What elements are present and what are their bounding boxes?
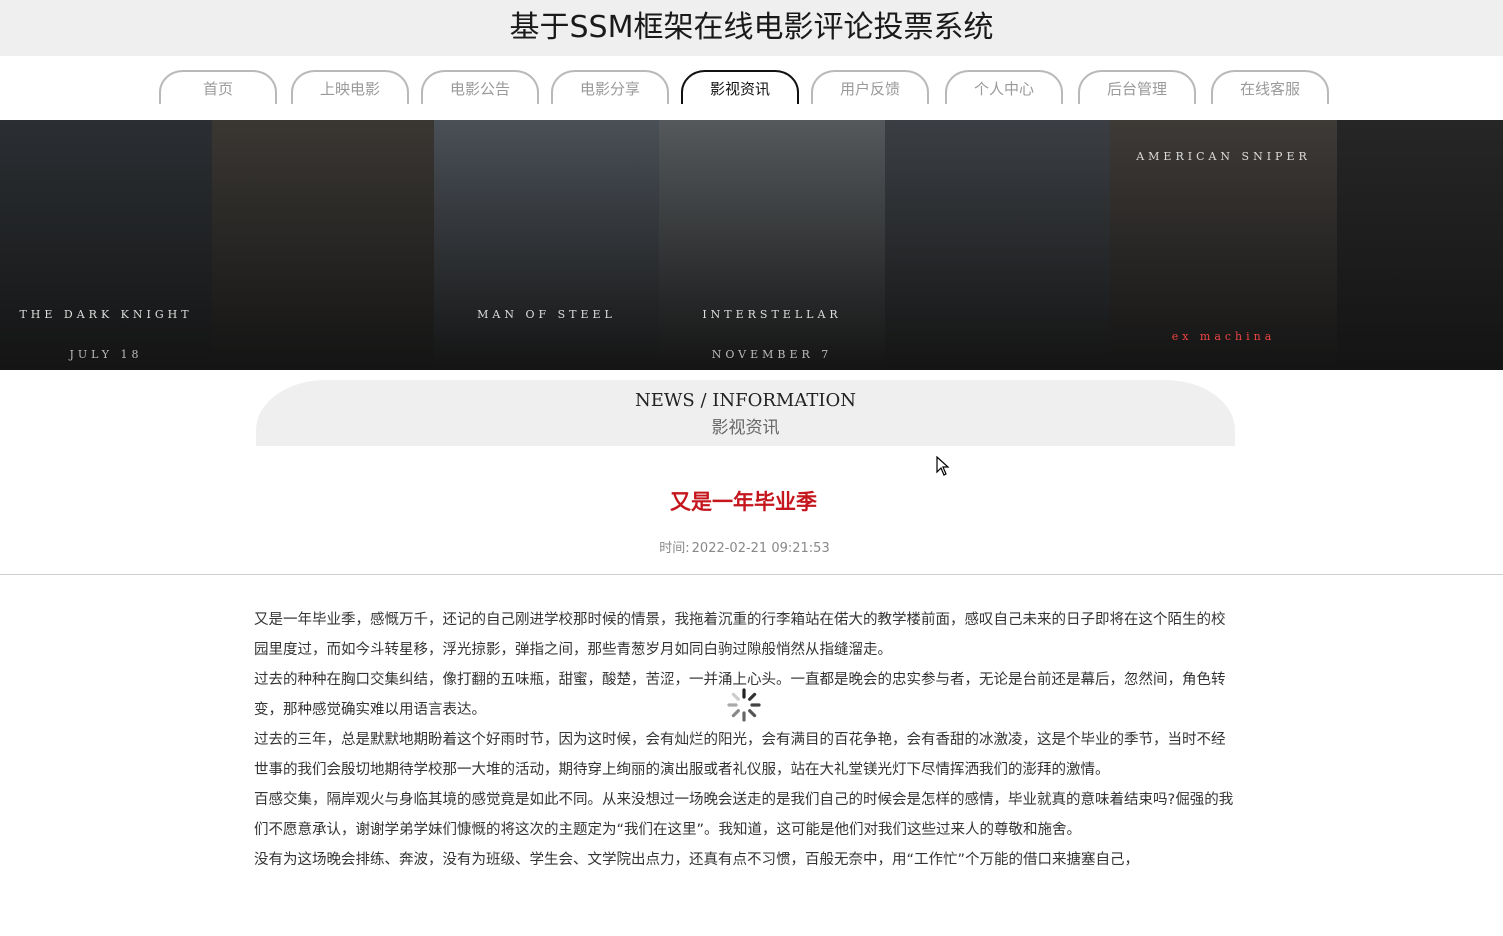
- mouse-cursor-icon: [936, 456, 950, 476]
- section-header: NEWS / INFORMATION 影视资讯: [256, 380, 1235, 446]
- time-label: 时间:: [659, 541, 690, 556]
- poster-subtitle: NOVEMBER 7: [711, 348, 833, 361]
- nav-tab-8[interactable]: 在线客服: [1211, 70, 1329, 104]
- divider: [0, 574, 1503, 575]
- nav-tab-2[interactable]: 电影公告: [421, 70, 539, 104]
- section-title-cn: 影视资讯: [711, 418, 780, 438]
- nav-tab-0[interactable]: 首页: [159, 70, 277, 104]
- movie-poster: MAN OF STEEL: [434, 120, 659, 370]
- time-value: 2022-02-21 09:21:53: [691, 541, 830, 556]
- article-paragraph: 过去的三年，总是默默地期盼着这个好雨时节，因为这时候，会有灿烂的阳光，会有满目的…: [254, 732, 1226, 778]
- article-paragraph: 又是一年毕业季，感慨万千，还记的自己刚进学校那时候的情景，我拖着沉重的行李箱站在…: [254, 612, 1226, 658]
- article-paragraph: 百感交集，隔岸观火与身临其境的感觉竟是如此不同。从来没想过一场晚会送走的是我们自…: [254, 792, 1234, 838]
- movie-banner: THE DARK KNIGHT JULY 18 MAN OF STEEL INTERS…: [0, 120, 1503, 370]
- main-nav: 首页 上映电影 电影公告 电影分享 影视资讯 用户反馈 个人中心 后台管理 在线客服: [0, 70, 1503, 108]
- poster-title: MAN OF STEEL: [477, 308, 616, 321]
- nav-tab-5[interactable]: 用户反馈: [811, 70, 929, 104]
- movie-poster: [885, 120, 1110, 370]
- movie-poster: INTERSTELLAR NOVEMBER 7: [659, 120, 885, 370]
- nav-tab-1[interactable]: 上映电影: [291, 70, 409, 104]
- section-title-en: NEWS / INFORMATION: [635, 390, 856, 411]
- nav-tab-7[interactable]: 后台管理: [1078, 70, 1196, 104]
- poster-title: INTERSTELLAR: [702, 308, 842, 321]
- nav-tab-4[interactable]: 影视资讯: [681, 70, 799, 104]
- article-paragraph: 没有为这场晚会排练、奔波，没有为班级、学生会、文学院出点力，还真有点不习惯，百般…: [254, 852, 1140, 868]
- movie-poster: AMERICAN SNIPER ex machina: [1110, 120, 1337, 370]
- movie-poster: [1337, 120, 1503, 370]
- poster-title: AMERICAN SNIPER: [1136, 150, 1311, 163]
- header-bar: 基于SSM框架在线电影评论投票系统: [0, 0, 1503, 56]
- nav-tab-3[interactable]: 电影分享: [551, 70, 669, 104]
- loading-spinner-icon: [727, 688, 761, 722]
- poster-title: THE DARK KNIGHT: [19, 308, 193, 321]
- poster-subtitle: JULY 18: [69, 348, 143, 361]
- poster-subtitle: ex machina: [1171, 330, 1276, 343]
- article-content: 又是一年毕业季，感慨万千，还记的自己刚进学校那时候的情景，我拖着沉重的行李箱站在…: [254, 605, 1236, 875]
- article-time: 时间: 2022-02-21 09:21:53: [0, 537, 1487, 556]
- article-title: 又是一年毕业季: [670, 490, 817, 514]
- movie-poster: THE DARK KNIGHT JULY 18: [0, 120, 212, 370]
- movie-poster: [212, 120, 434, 370]
- site-title: 基于SSM框架在线电影评论投票系统: [509, 10, 994, 45]
- nav-tab-6[interactable]: 个人中心: [945, 70, 1063, 104]
